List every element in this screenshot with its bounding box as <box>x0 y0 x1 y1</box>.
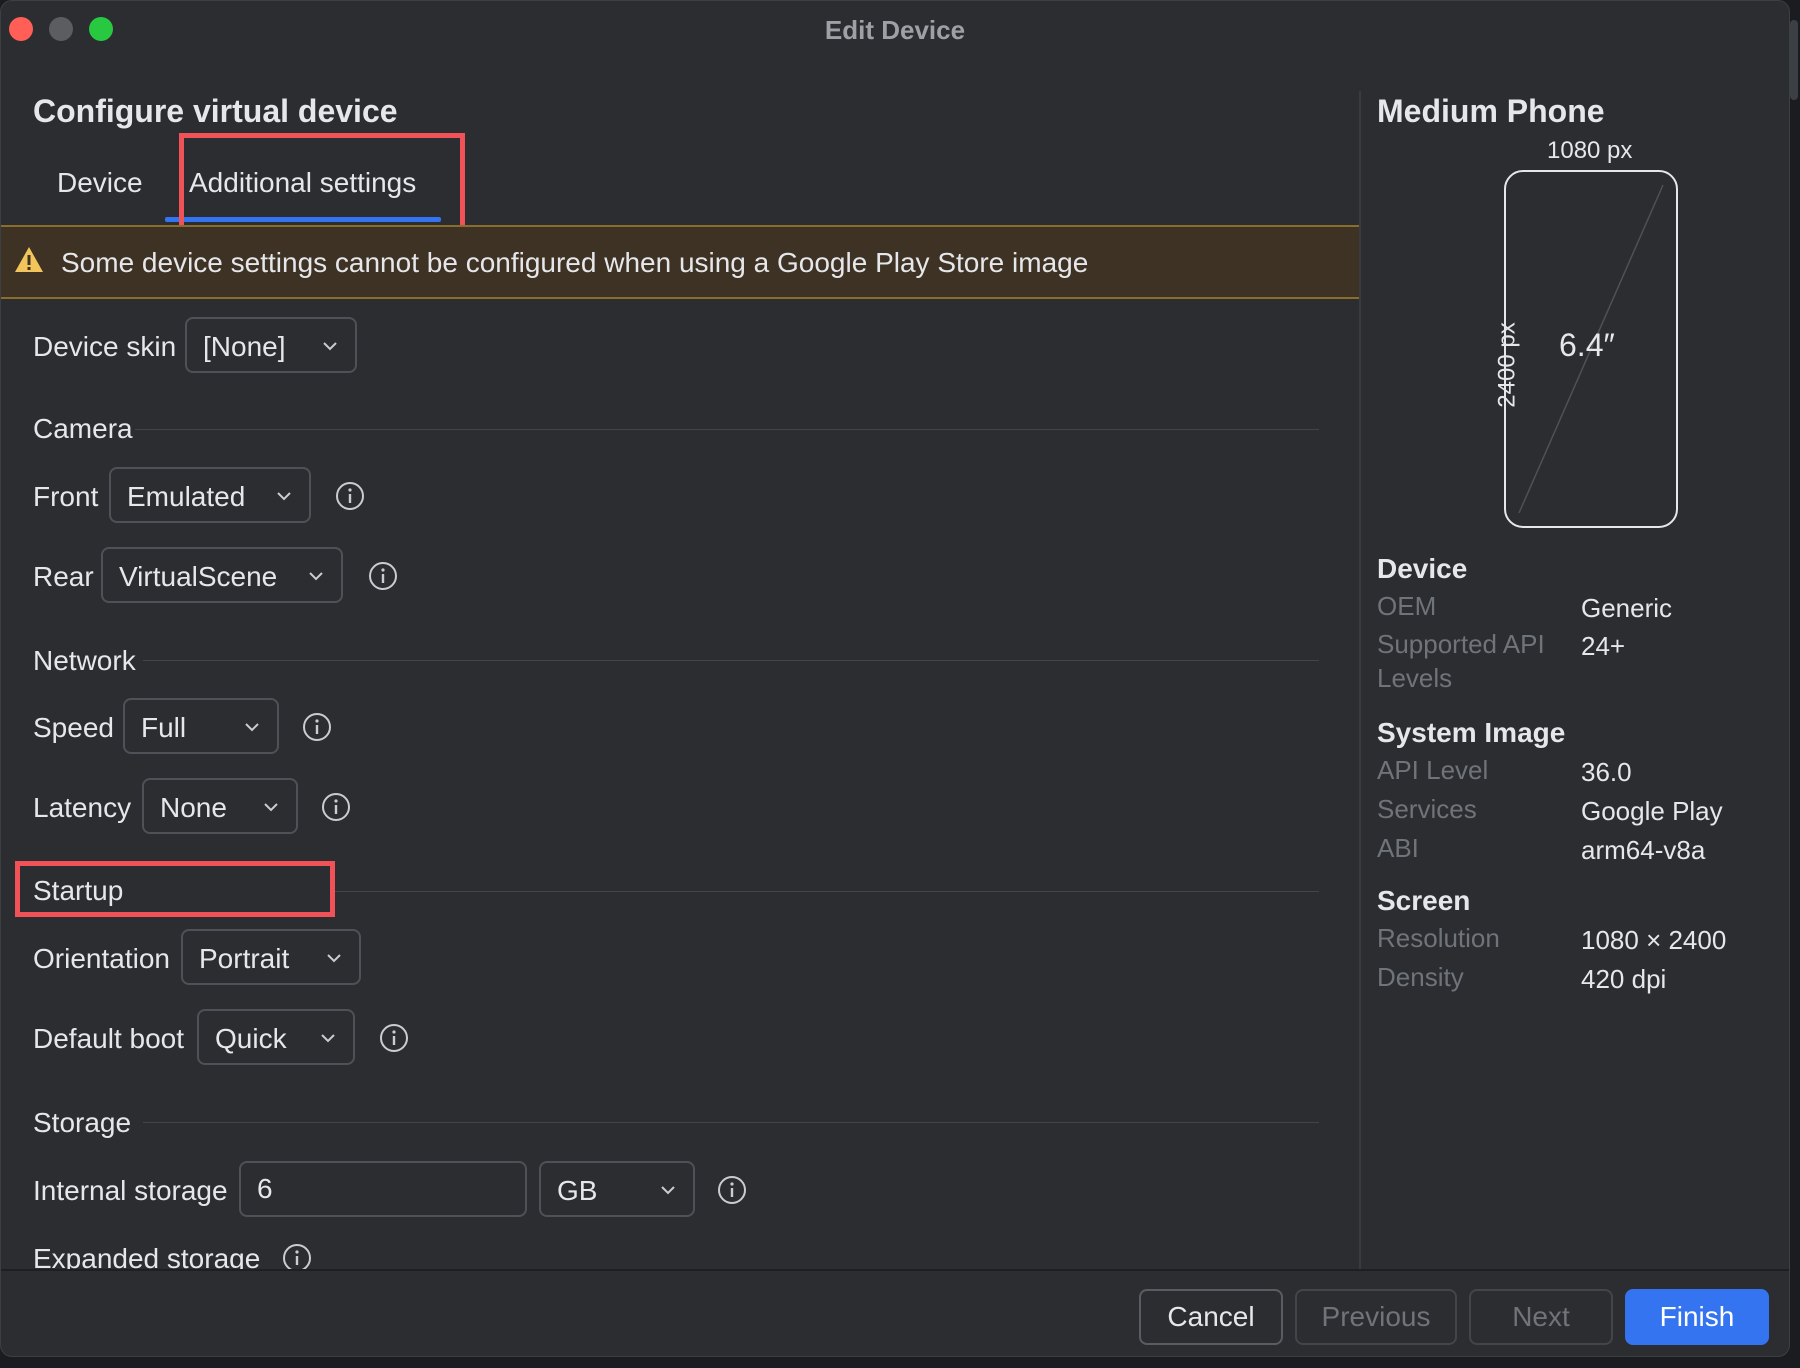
network-speed-value: Full <box>141 712 187 743</box>
front-camera-dropdown[interactable]: Emulated <box>109 467 311 523</box>
system-image-heading: System Image <box>1377 717 1566 748</box>
network-latency-dropdown[interactable]: None <box>142 778 298 834</box>
tab-device[interactable]: Device <box>57 167 143 199</box>
chevron-down-icon <box>245 723 259 732</box>
density-value: 420 dpi <box>1581 964 1667 994</box>
default-boot-info-icon[interactable] <box>379 1023 409 1053</box>
screen-diagonal: 6.4″ <box>1559 327 1615 363</box>
density-key: Density <box>1377 962 1464 992</box>
default-boot-value: Quick <box>215 1023 287 1054</box>
internal-storage-input[interactable] <box>239 1161 527 1217</box>
expanded-storage-info-icon[interactable] <box>282 1243 312 1270</box>
chevron-down-icon <box>321 1034 335 1043</box>
network-speed-dropdown[interactable]: Full <box>123 698 279 754</box>
services-value: Google Play <box>1581 796 1723 826</box>
expanded-storage-label: Expanded storage <box>33 1243 261 1270</box>
chevron-down-icon <box>327 954 341 963</box>
network-divider <box>143 660 1319 661</box>
front-camera-info-icon[interactable] <box>335 481 365 511</box>
supported-api-key: Supported API Levels <box>1377 629 1545 693</box>
storage-section-title: Storage <box>33 1107 132 1138</box>
warning-text: Some device settings cannot be configure… <box>61 247 1089 278</box>
front-camera-value: Emulated <box>127 481 246 512</box>
device-skin-dropdown[interactable]: [None] <box>185 317 357 373</box>
rear-camera-info-icon[interactable] <box>368 561 398 591</box>
page-title: Configure virtual device <box>33 93 398 129</box>
device-skin-value: [None] <box>203 331 286 362</box>
title-bar: Edit Device <box>1 1 1789 55</box>
window-scrollbar[interactable] <box>1790 20 1798 100</box>
dialog-footer: Cancel Previous Next Finish <box>1 1269 1789 1356</box>
api-level-value: 36.0 <box>1581 757 1632 787</box>
highlight-box-tab <box>179 133 465 237</box>
internal-storage-label: Internal storage <box>33 1175 228 1206</box>
orientation-dropdown[interactable]: Portrait <box>181 929 361 985</box>
device-specs-heading: Device <box>1377 553 1468 584</box>
storage-divider <box>143 1122 1319 1123</box>
chevron-down-icon <box>277 492 291 501</box>
device-preview-panel: Medium Phone 1080 px 2400 px 6.4″ Device… <box>1361 55 1789 1270</box>
camera-divider <box>135 429 1319 430</box>
warning-icon <box>15 247 43 272</box>
warning-banner: Some device settings cannot be configure… <box>1 227 1359 299</box>
services-key: Services <box>1377 794 1477 824</box>
previous-button[interactable]: Previous <box>1295 1289 1457 1345</box>
network-latency-value: None <box>160 792 227 823</box>
orientation-value: Portrait <box>199 943 290 974</box>
screen-heading: Screen <box>1377 885 1471 916</box>
rear-camera-label: Rear <box>33 561 94 592</box>
abi-value: arm64-v8a <box>1581 835 1706 865</box>
storage-unit-dropdown[interactable]: GB <box>539 1161 695 1217</box>
cancel-button[interactable]: Cancel <box>1139 1289 1283 1345</box>
front-camera-label: Front <box>33 481 99 512</box>
network-section-title: Network <box>33 645 136 676</box>
abi-key: ABI <box>1377 833 1419 863</box>
default-boot-label: Default boot <box>33 1023 184 1054</box>
finish-button[interactable]: Finish <box>1625 1289 1769 1345</box>
highlight-box-startup <box>15 861 335 917</box>
settings-panel: Configure virtual device Device Addition… <box>1 55 1359 1270</box>
default-boot-dropdown[interactable]: Quick <box>197 1009 355 1065</box>
supported-api-value: 24+ <box>1581 631 1626 661</box>
next-button[interactable]: Next <box>1469 1289 1613 1345</box>
startup-divider <box>335 891 1319 892</box>
oem-key: OEM <box>1377 591 1437 621</box>
screen-width-label: 1080 px <box>1547 137 1633 164</box>
oem-value: Generic <box>1581 593 1673 623</box>
rear-camera-dropdown[interactable]: VirtualScene <box>101 547 343 603</box>
resolution-key: Resolution <box>1377 923 1500 953</box>
resolution-value: 1080 × 2400 <box>1581 925 1727 955</box>
window-title: Edit Device <box>824 15 966 45</box>
chevron-down-icon <box>323 342 337 351</box>
network-speed-label: Speed <box>33 712 114 743</box>
device-skin-label: Device skin <box>33 331 177 362</box>
network-latency-label: Latency <box>33 792 132 823</box>
storage-unit-value: GB <box>557 1175 598 1206</box>
network-speed-info-icon[interactable] <box>302 712 332 742</box>
device-name: Medium Phone <box>1377 93 1605 129</box>
orientation-label: Orientation <box>33 943 170 974</box>
camera-section-title: Camera <box>33 413 133 444</box>
api-level-key: API Level <box>1377 755 1489 785</box>
chevron-down-icon <box>264 803 278 812</box>
network-latency-info-icon[interactable] <box>321 792 351 822</box>
edit-device-dialog: Edit Device Configure virtual device Dev… <box>0 0 1790 1357</box>
chevron-down-icon <box>309 572 323 581</box>
chevron-down-icon <box>661 1186 675 1195</box>
internal-storage-info-icon[interactable] <box>717 1175 747 1205</box>
rear-camera-value: VirtualScene <box>119 561 278 592</box>
